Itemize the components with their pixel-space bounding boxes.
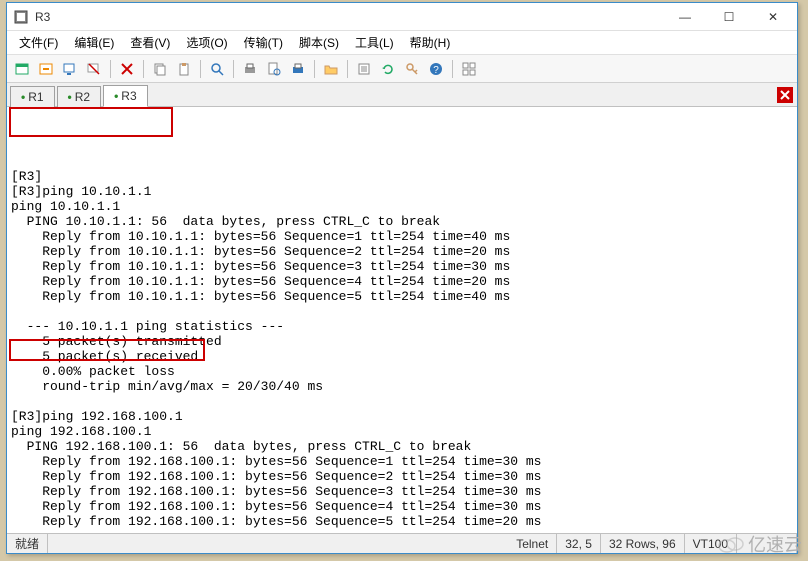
app-icon <box>13 9 29 25</box>
print-icon[interactable] <box>239 58 261 80</box>
paste-icon[interactable] <box>173 58 195 80</box>
menubar: 文件(F) 编辑(E) 查看(V) 选项(O) 传输(T) 脚本(S) 工具(L… <box>7 31 797 55</box>
tab-r1[interactable]: •R1 <box>10 86 55 107</box>
folder-icon[interactable] <box>320 58 342 80</box>
window-title: R3 <box>35 10 663 24</box>
copy-icon[interactable] <box>149 58 171 80</box>
properties-icon[interactable] <box>353 58 375 80</box>
highlight-box-1 <box>9 107 173 137</box>
statusbar: 就绪 Telnet 32, 5 32 Rows, 96 VT100 <box>7 533 797 553</box>
find-icon[interactable] <box>206 58 228 80</box>
status-size: 32 Rows, 96 <box>601 534 685 553</box>
status-cursor: 32, 5 <box>557 534 601 553</box>
menu-help[interactable]: 帮助(H) <box>404 32 457 53</box>
menu-script[interactable]: 脚本(S) <box>293 32 345 53</box>
tab-label: R3 <box>121 89 136 103</box>
reconnect-icon[interactable] <box>35 58 57 80</box>
maximize-button[interactable]: ☐ <box>707 4 751 30</box>
tabstrip-close-icon[interactable] <box>777 87 793 103</box>
close-button[interactable]: ✕ <box>751 4 795 30</box>
delete-icon[interactable] <box>116 58 138 80</box>
terminal-text: [R3] [R3]ping 10.10.1.1 ping 10.10.1.1 P… <box>11 169 793 533</box>
terminal-output[interactable]: [R3] [R3]ping 10.10.1.1 ping 10.10.1.1 P… <box>7 107 797 533</box>
menu-file[interactable]: 文件(F) <box>13 32 64 53</box>
key-icon[interactable] <box>401 58 423 80</box>
toolbar: ? <box>7 55 797 83</box>
print-preview-icon[interactable] <box>263 58 285 80</box>
menu-option[interactable]: 选项(O) <box>180 32 233 53</box>
new-session-icon[interactable] <box>11 58 33 80</box>
tab-r3[interactable]: •R3 <box>103 85 148 107</box>
status-dot-icon: • <box>114 89 118 103</box>
status-state: 就绪 <box>7 534 48 553</box>
app-window: R3 — ☐ ✕ 文件(F) 编辑(E) 查看(V) 选项(O) 传输(T) 脚… <box>6 2 798 554</box>
status-proto: Telnet <box>508 534 557 553</box>
menu-edit[interactable]: 编辑(E) <box>68 32 120 53</box>
menu-view[interactable]: 查看(V) <box>124 32 176 53</box>
status-dot-icon: • <box>21 90 25 104</box>
minimize-button[interactable]: — <box>663 4 707 30</box>
titlebar[interactable]: R3 — ☐ ✕ <box>7 3 797 31</box>
menu-tools[interactable]: 工具(L) <box>349 32 400 53</box>
printer-icon[interactable] <box>287 58 309 80</box>
tab-label: R1 <box>28 90 43 104</box>
help-icon[interactable]: ? <box>425 58 447 80</box>
tile-icon[interactable] <box>458 58 480 80</box>
svg-text:?: ? <box>433 65 439 76</box>
refresh-icon[interactable] <box>377 58 399 80</box>
watermark: 亿速云 <box>718 531 802 557</box>
connect-icon[interactable] <box>59 58 81 80</box>
menu-transfer[interactable]: 传输(T) <box>238 32 289 53</box>
tabstrip: •R1•R2•R3 <box>7 83 797 107</box>
disconnect-icon[interactable] <box>83 58 105 80</box>
tab-r2[interactable]: •R2 <box>57 86 102 107</box>
status-dot-icon: • <box>68 90 72 104</box>
tab-label: R2 <box>75 90 90 104</box>
